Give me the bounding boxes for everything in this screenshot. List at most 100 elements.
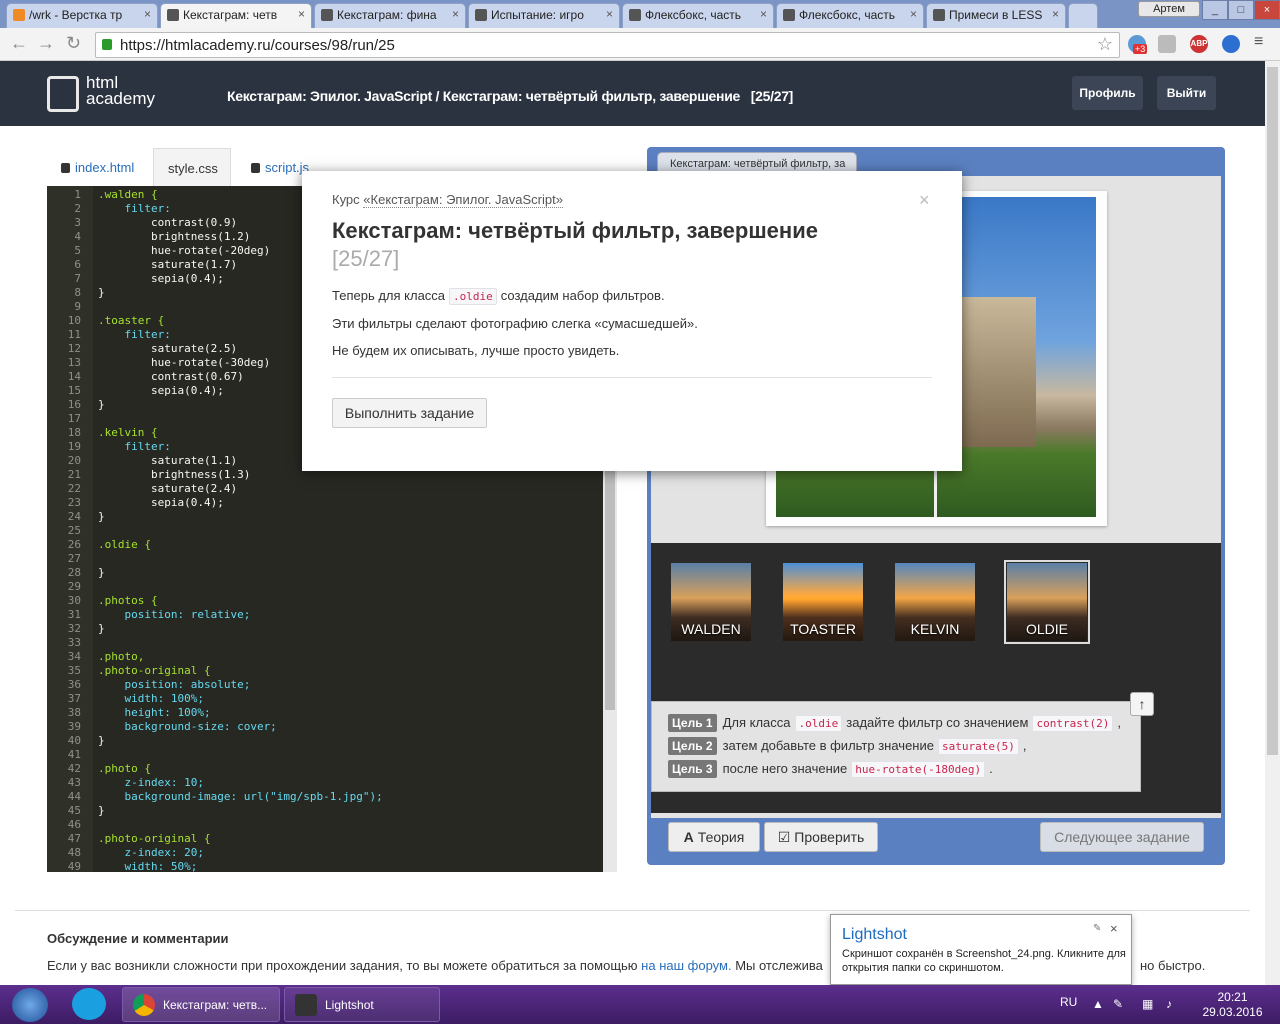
adblock-icon[interactable]: ABP bbox=[1190, 35, 1208, 53]
reload-icon[interactable]: ↻ bbox=[66, 33, 81, 54]
filter-thumb-oldie[interactable]: OLDIE bbox=[1004, 560, 1090, 644]
close-icon[interactable]: × bbox=[919, 190, 930, 211]
code-line[interactable]: saturate(1.1) bbox=[98, 454, 237, 467]
shield-ext-icon[interactable] bbox=[1158, 35, 1176, 53]
code-line[interactable]: filter: bbox=[98, 202, 170, 215]
browser-tab[interactable]: Примеси в LESS × bbox=[926, 3, 1066, 28]
new-tab-button[interactable] bbox=[1068, 3, 1098, 28]
language-indicator[interactable]: RU bbox=[1060, 995, 1077, 1009]
code-line[interactable]: contrast(0.67) bbox=[98, 370, 244, 383]
check-button[interactable]: ☑ Проверить bbox=[764, 822, 878, 852]
code-line[interactable]: sepia(0.4); bbox=[98, 496, 224, 509]
code-line[interactable]: sepia(0.4); bbox=[98, 384, 224, 397]
browser-tab[interactable]: Флексбокс, часть × bbox=[622, 3, 774, 28]
close-icon[interactable]: × bbox=[1052, 7, 1059, 21]
close-icon[interactable]: × bbox=[606, 7, 613, 21]
code-line[interactable]: sepia(0.4); bbox=[98, 272, 224, 285]
maximize-icon[interactable]: □ bbox=[1228, 0, 1254, 20]
taskbar-lightshot[interactable]: Lightshot bbox=[284, 987, 440, 1022]
filter-thumb-kelvin[interactable]: KELVIN bbox=[895, 563, 975, 641]
close-icon[interactable]: × bbox=[760, 7, 767, 21]
filter-thumb-toaster[interactable]: TOASTER bbox=[783, 563, 863, 641]
user-profile-chip[interactable]: Артем bbox=[1138, 1, 1200, 17]
forward-arrow-icon[interactable]: → bbox=[37, 33, 55, 54]
next-task-button[interactable]: Следующее задание bbox=[1040, 822, 1204, 852]
code-line[interactable]: saturate(2.4) bbox=[98, 482, 237, 495]
star-icon[interactable]: ☆ bbox=[1097, 34, 1113, 55]
collapse-up-icon[interactable]: ↑ bbox=[1130, 692, 1154, 716]
url-input[interactable]: https://htmlacademy.ru/courses/98/run/25… bbox=[95, 32, 1120, 58]
browser-tab[interactable]: Кекстаграм: фина × bbox=[314, 3, 466, 28]
start-task-button[interactable]: Выполнить задание bbox=[332, 398, 487, 428]
skype-icon[interactable] bbox=[72, 988, 106, 1020]
browser-tab[interactable]: Испытание: игро × bbox=[468, 3, 620, 28]
htmlacademy-logo-icon[interactable] bbox=[47, 76, 79, 112]
code-line[interactable]: } bbox=[98, 622, 105, 635]
code-line[interactable]: .photo-original { bbox=[98, 664, 211, 677]
code-line[interactable]: filter: bbox=[98, 440, 170, 453]
close-icon[interactable]: × bbox=[1110, 921, 1118, 936]
code-line[interactable]: } bbox=[98, 734, 105, 747]
globe-icon[interactable] bbox=[1222, 35, 1240, 53]
theory-button[interactable]: A Теория bbox=[668, 822, 760, 852]
close-icon[interactable]: × bbox=[298, 7, 305, 21]
code-line[interactable]: } bbox=[98, 510, 105, 523]
close-icon[interactable]: × bbox=[910, 7, 917, 21]
code-line[interactable]: } bbox=[98, 286, 105, 299]
code-line[interactable]: height: 100%; bbox=[98, 706, 210, 719]
code-line[interactable]: background-size: cover; bbox=[98, 720, 276, 733]
pin-icon[interactable]: ✎ bbox=[1093, 923, 1101, 934]
code-line[interactable]: position: relative; bbox=[98, 608, 250, 621]
code-line[interactable]: .oldie { bbox=[98, 538, 151, 551]
code-line[interactable]: .walden { bbox=[98, 188, 158, 201]
minimize-icon[interactable]: _ bbox=[1202, 0, 1228, 20]
clock[interactable]: 20:21 29.03.2016 bbox=[1200, 990, 1265, 1020]
browser-tab[interactable]: Флексбокс, часть × bbox=[776, 3, 924, 28]
windows-start-icon[interactable] bbox=[12, 988, 48, 1022]
code-line[interactable]: .photo { bbox=[98, 762, 151, 775]
lightshot-tray-icon[interactable]: ✎ bbox=[1113, 997, 1123, 1011]
code-line[interactable]: } bbox=[98, 566, 105, 579]
tray-expand-icon[interactable]: ▲ bbox=[1092, 997, 1104, 1011]
code-line[interactable]: .photo, bbox=[98, 650, 144, 663]
code-line[interactable]: brightness(1.3) bbox=[98, 468, 250, 481]
close-icon[interactable]: × bbox=[452, 7, 459, 21]
close-icon[interactable]: × bbox=[144, 7, 151, 21]
code-line[interactable]: saturate(1.7) bbox=[98, 258, 237, 271]
code-line[interactable]: filter: bbox=[98, 328, 170, 341]
code-line[interactable]: position: absolute; bbox=[98, 678, 250, 691]
browser-tab[interactable]: /wrk - Верстка тр × bbox=[6, 3, 158, 28]
code-line[interactable]: .kelvin { bbox=[98, 426, 158, 439]
course-link[interactable]: «Кекстаграм: Эпилог. JavaScript» bbox=[363, 192, 563, 208]
volume-icon[interactable]: ♪ bbox=[1166, 997, 1172, 1011]
page-scrollbar[interactable] bbox=[1265, 61, 1280, 986]
code-line[interactable]: background-image: url("img/spb-1.jpg"); bbox=[98, 790, 382, 803]
code-line[interactable]: width: 50%; bbox=[98, 860, 197, 872]
page-scroll-thumb[interactable] bbox=[1267, 67, 1278, 755]
code-line[interactable]: saturate(2.5) bbox=[98, 342, 237, 355]
close-window-icon[interactable]: × bbox=[1254, 0, 1280, 20]
code-line[interactable]: .photo-original { bbox=[98, 832, 211, 845]
logout-button[interactable]: Выйти bbox=[1157, 76, 1216, 110]
network-icon[interactable]: ▦ bbox=[1142, 997, 1153, 1011]
code-line[interactable]: brightness(1.2) bbox=[98, 230, 250, 243]
back-arrow-icon[interactable]: ← bbox=[10, 33, 28, 54]
menu-icon[interactable]: ≡ bbox=[1254, 33, 1263, 51]
code-line[interactable]: z-index: 10; bbox=[98, 776, 203, 789]
code-line[interactable]: } bbox=[98, 804, 105, 817]
profile-button[interactable]: Профиль bbox=[1072, 76, 1143, 110]
code-line[interactable]: } bbox=[98, 398, 105, 411]
notification-message[interactable]: Скриншот сохранён в Screenshot_24.png. К… bbox=[842, 947, 1127, 975]
code-line[interactable]: width: 100%; bbox=[98, 692, 203, 705]
code-line[interactable]: z-index: 20; bbox=[98, 846, 203, 859]
forum-link[interactable]: на наш форум. bbox=[641, 958, 731, 973]
code-line[interactable]: contrast(0.9) bbox=[98, 216, 237, 229]
code-line[interactable]: .toaster { bbox=[98, 314, 164, 327]
code-line[interactable]: hue-rotate(-30deg) bbox=[98, 356, 270, 369]
browser-tab-active[interactable]: Кекстаграм: четв × bbox=[160, 3, 312, 28]
tab-style-css[interactable]: style.css bbox=[153, 148, 231, 186]
taskbar-chrome[interactable]: Кекстаграм: четв... bbox=[122, 987, 280, 1022]
lightshot-notification[interactable]: Lightshot Скриншот сохранён в Screenshot… bbox=[830, 914, 1132, 985]
code-line[interactable]: hue-rotate(-20deg) bbox=[98, 244, 270, 257]
tab-index-html[interactable]: index.html bbox=[47, 148, 146, 186]
